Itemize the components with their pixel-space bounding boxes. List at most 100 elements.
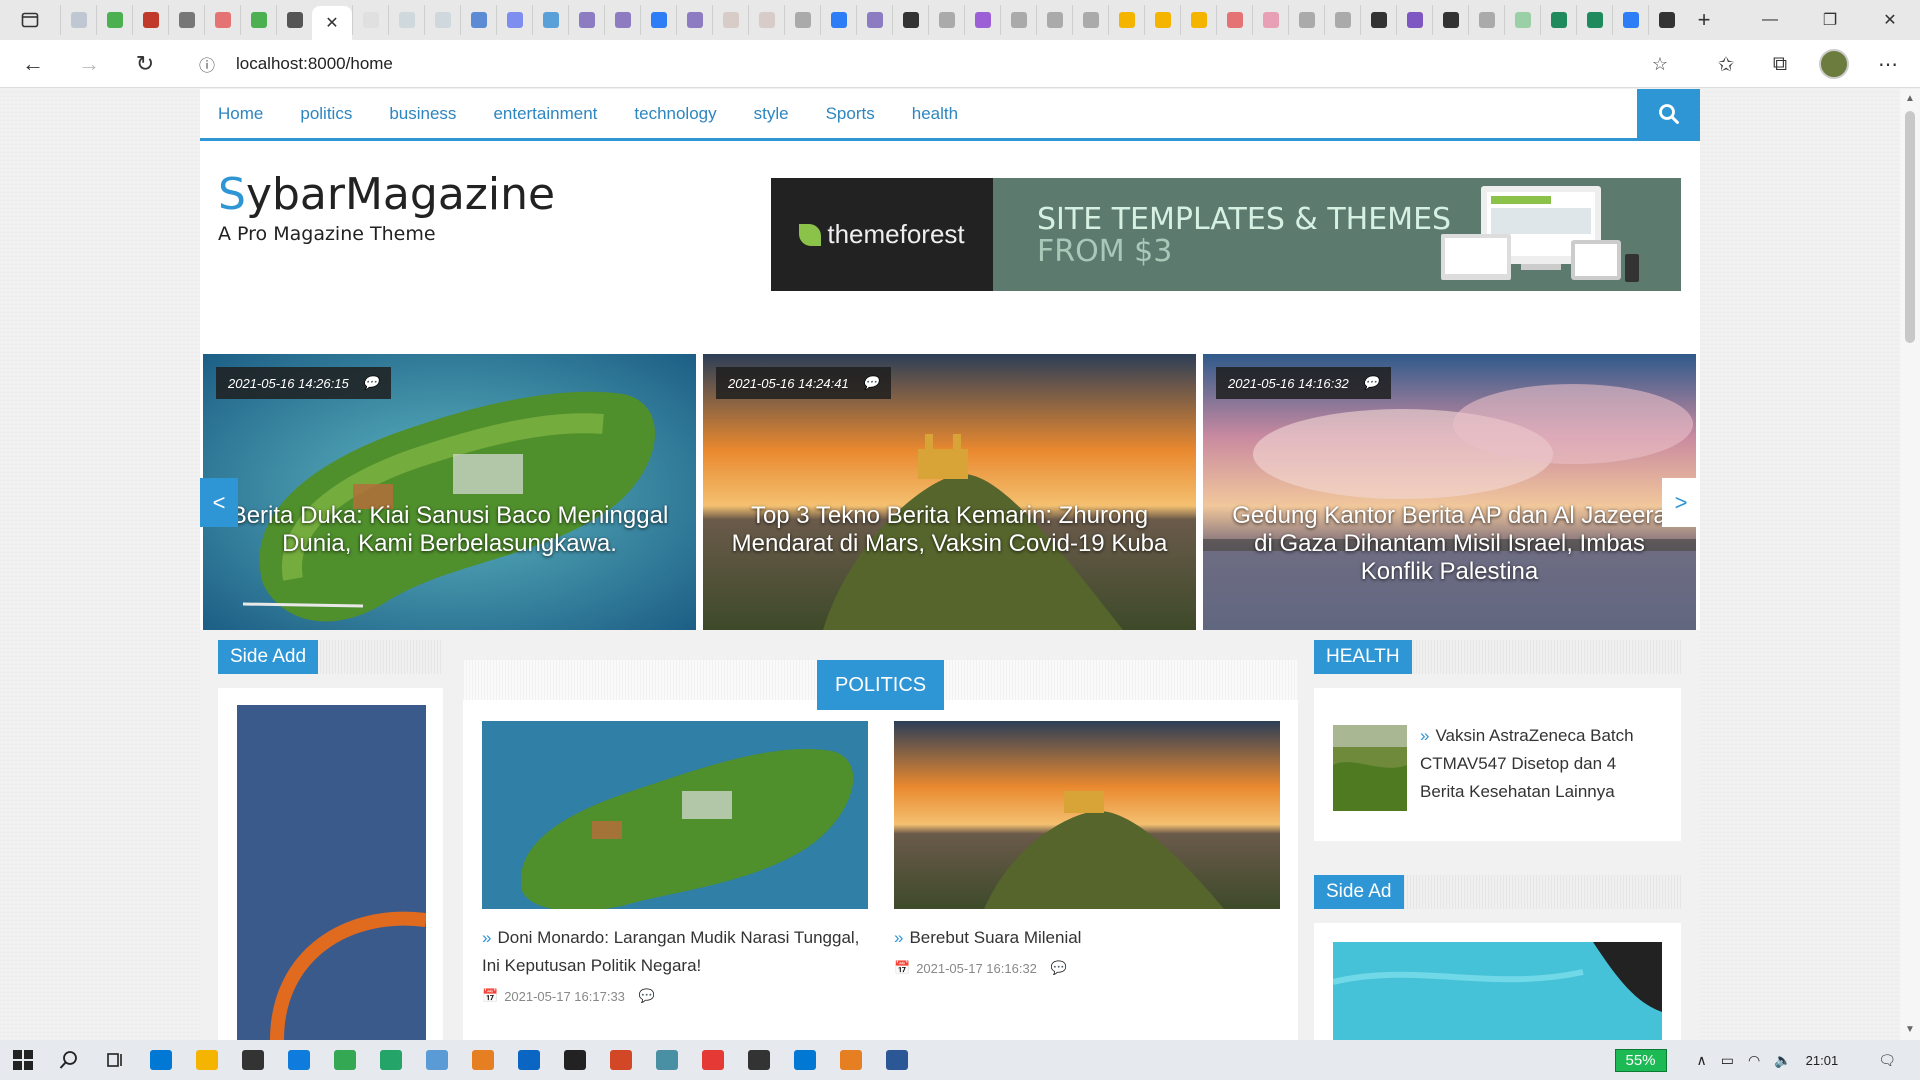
minimize-icon[interactable]: — <box>1740 0 1800 40</box>
browser-tab[interactable] <box>388 5 424 35</box>
browser-tab[interactable] <box>1360 5 1396 35</box>
taskbar-app-icon[interactable] <box>184 1040 230 1080</box>
politics-heading[interactable]: POLITICS <box>817 660 945 710</box>
browser-tab[interactable] <box>856 5 892 35</box>
search-button[interactable] <box>1637 89 1700 138</box>
reload-icon[interactable]: ↻ <box>122 44 168 84</box>
notifications-icon[interactable]: 🗨 <box>1878 1052 1896 1069</box>
slide-item[interactable]: 2021-05-16 14:26:15 💬 Berita Duka: Kiai S… <box>203 354 696 630</box>
active-tab[interactable]: ✕ <box>312 6 352 40</box>
browser-tab[interactable] <box>1504 5 1540 35</box>
more-menu-icon[interactable]: ⋯ <box>1866 44 1910 84</box>
slider-next-button[interactable]: > <box>1662 478 1700 527</box>
politics-post[interactable]: » Doni Monardo: Larangan Mudik Narasi Tun… <box>482 721 868 1004</box>
scroll-down-icon[interactable]: ▼ <box>1900 1020 1920 1040</box>
wifi-icon[interactable]: ◠ <box>1748 1052 1760 1069</box>
browser-tab[interactable] <box>712 5 748 35</box>
side-ad-image[interactable] <box>1333 942 1662 1040</box>
new-tab-button[interactable]: + <box>1684 7 1724 33</box>
browser-tab[interactable] <box>1216 5 1252 35</box>
nav-business[interactable]: business <box>389 104 456 124</box>
browser-tab[interactable] <box>1000 5 1036 35</box>
browser-tab[interactable] <box>1144 5 1180 35</box>
post-title[interactable]: » Berebut Suara Milenial <box>894 924 1280 952</box>
battery-icon[interactable]: ▭ <box>1721 1052 1734 1069</box>
start-icon[interactable] <box>0 1040 46 1080</box>
browser-tab[interactable] <box>784 5 820 35</box>
page-scrollbar[interactable]: ▲ ▼ <box>1900 89 1920 1040</box>
nav-style[interactable]: style <box>754 104 789 124</box>
url-text[interactable]: localhost:8000/home <box>236 54 393 74</box>
browser-tab[interactable] <box>132 5 168 35</box>
scroll-up-icon[interactable]: ▲ <box>1900 89 1920 109</box>
volume-icon[interactable]: 🔈 <box>1774 1052 1791 1069</box>
browser-tab[interactable] <box>532 5 568 35</box>
browser-tab[interactable] <box>604 5 640 35</box>
browser-tab[interactable] <box>352 5 388 35</box>
slider-prev-button[interactable]: < <box>200 478 238 527</box>
health-post-title[interactable]: » Vaksin AstraZeneca Batch CTMAV547 Diset… <box>1420 722 1660 806</box>
taskbar-app-icon[interactable] <box>138 1040 184 1080</box>
taskbar-app-icon[interactable] <box>414 1040 460 1080</box>
slide-title[interactable]: Berita Duka: Kiai Sanusi Baco Meninggal … <box>223 502 676 558</box>
health-thumb[interactable] <box>1333 725 1407 811</box>
politics-post[interactable]: » Berebut Suara Milenial 📅 2021-05-17 16:1… <box>894 721 1280 976</box>
browser-tab[interactable] <box>748 5 784 35</box>
scrollbar-thumb[interactable] <box>1905 111 1915 343</box>
taskbar-app-icon[interactable] <box>874 1040 920 1080</box>
browser-tab[interactable] <box>1288 5 1324 35</box>
favorites-icon[interactable]: ✩ <box>1704 44 1748 84</box>
browser-tab[interactable] <box>928 5 964 35</box>
taskbar-app-icon[interactable] <box>736 1040 782 1080</box>
browser-tab[interactable] <box>1576 5 1612 35</box>
taskbar-app-icon[interactable] <box>828 1040 874 1080</box>
taskbar-app-icon[interactable] <box>460 1040 506 1080</box>
forward-icon[interactable]: → <box>66 44 112 84</box>
search-icon[interactable] <box>46 1040 92 1080</box>
nav-technology[interactable]: technology <box>634 104 716 124</box>
back-icon[interactable]: ← <box>10 44 56 84</box>
task-view-icon[interactable] <box>92 1040 138 1080</box>
browser-tab[interactable] <box>496 5 532 35</box>
slide-title[interactable]: Top 3 Tekno Berita Kemarin: Zhurong Mend… <box>723 502 1176 558</box>
show-hidden-icons-icon[interactable]: ∧ <box>1697 1052 1707 1069</box>
nav-entertainment[interactable]: entertainment <box>493 104 597 124</box>
nav-politics[interactable]: politics <box>300 104 352 124</box>
browser-tab[interactable] <box>276 5 312 35</box>
browser-tab[interactable] <box>424 5 460 35</box>
browser-tab[interactable] <box>1612 5 1648 35</box>
close-tab-icon[interactable]: ✕ <box>325 13 338 33</box>
taskbar-app-icon[interactable] <box>368 1040 414 1080</box>
browser-tab[interactable] <box>820 5 856 35</box>
site-info-icon[interactable]: ⓘ <box>192 52 222 76</box>
tab-actions-icon[interactable] <box>0 0 60 40</box>
close-window-icon[interactable]: ✕ <box>1860 0 1920 40</box>
browser-tab[interactable] <box>676 5 712 35</box>
site-logo[interactable]: SybarMagazine <box>218 169 555 220</box>
taskbar-app-icon[interactable] <box>506 1040 552 1080</box>
taskbar-app-icon[interactable] <box>276 1040 322 1080</box>
browser-tab[interactable] <box>1540 5 1576 35</box>
restore-icon[interactable]: ❐ <box>1800 0 1860 40</box>
browser-tab[interactable] <box>168 5 204 35</box>
ad-banner[interactable]: themeforest SITE TEMPLATES & THEMES FROM… <box>771 178 1681 291</box>
side-ad-image[interactable] <box>237 705 426 1040</box>
taskbar-app-icon[interactable] <box>552 1040 598 1080</box>
clock[interactable]: 21:01 <box>1806 1053 1839 1068</box>
browser-tab[interactable] <box>640 5 676 35</box>
browser-tab[interactable] <box>204 5 240 35</box>
browser-tab[interactable] <box>1180 5 1216 35</box>
post-title[interactable]: » Doni Monardo: Larangan Mudik Narasi Tun… <box>482 924 868 980</box>
nav-sports[interactable]: Sports <box>826 104 875 124</box>
slide-item[interactable]: 2021-05-16 14:24:41 💬 Top 3 Tekno Berita … <box>703 354 1196 630</box>
browser-tab[interactable] <box>1108 5 1144 35</box>
browser-tab[interactable] <box>1648 5 1684 35</box>
taskbar-app-icon[interactable] <box>690 1040 736 1080</box>
add-favorite-icon[interactable]: ☆ <box>1652 54 1668 75</box>
nav-health[interactable]: health <box>912 104 958 124</box>
browser-tab[interactable] <box>1252 5 1288 35</box>
browser-tab[interactable] <box>568 5 604 35</box>
taskbar-app-icon[interactable] <box>782 1040 828 1080</box>
browser-tab[interactable] <box>1468 5 1504 35</box>
taskbar-app-icon[interactable] <box>230 1040 276 1080</box>
